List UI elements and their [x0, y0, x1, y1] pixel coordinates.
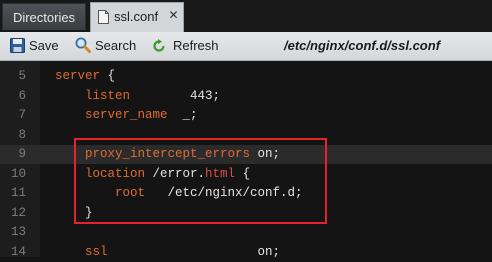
tab-directories[interactable]: Directories: [2, 3, 86, 30]
line-number: 10: [10, 166, 26, 181]
refresh-icon: [153, 39, 165, 52]
code-keyword: server: [55, 69, 101, 83]
line-number: 14: [10, 244, 26, 259]
code-line[interactable]: 7 server_name _;: [0, 106, 492, 125]
refresh-button[interactable]: Refresh: [152, 32, 222, 60]
highlight-box: [74, 138, 327, 224]
code-editor[interactable]: 5 server {6 listen 443; 7 server_name _; 8 9…: [0, 61, 492, 259]
code-text: 443;: [130, 88, 221, 103]
line-code: ssl on;: [55, 243, 280, 262]
floppy-disk-icon: [10, 38, 25, 53]
code-text: on;: [107, 244, 281, 259]
code-text: {: [100, 69, 116, 83]
line-number: 12: [10, 205, 26, 220]
line-number: 5: [18, 69, 26, 83]
code-line[interactable]: 14 ssl on;: [0, 243, 492, 262]
line-number: 7: [18, 108, 26, 122]
line-number: 13: [10, 225, 26, 239]
line-code: listen 443;: [55, 87, 220, 106]
code-line[interactable]: 5 server {: [0, 67, 492, 86]
code-line[interactable]: 6 listen 443;: [0, 87, 492, 106]
search-button[interactable]: Search: [75, 32, 141, 60]
refresh-label: Refresh: [173, 38, 219, 53]
line-number: 6: [18, 88, 26, 103]
doc-icon: [98, 10, 109, 24]
file-path: /etc/nginx/conf.d/ssl.conf: [284, 38, 441, 53]
toolbar: Save Search Refresh /etc/nginx/conf.d/ss…: [0, 32, 492, 61]
code-text: _;: [167, 108, 198, 122]
code-keyword: server_name: [85, 108, 168, 122]
code-line[interactable]: 13: [0, 223, 492, 242]
line-number: 11: [10, 186, 26, 200]
tab-bar: Directories ssl.conf ✕: [0, 0, 492, 32]
code-keyword: ssl: [85, 244, 108, 259]
tab-ssl-conf-label: ssl.conf: [114, 9, 159, 24]
magnifier-icon: [75, 37, 91, 53]
line-code: server {: [55, 67, 115, 86]
tab-ssl-conf[interactable]: ssl.conf ✕: [90, 2, 184, 32]
close-icon[interactable]: ✕: [167, 9, 180, 22]
code-keyword: listen: [85, 88, 131, 103]
save-label: Save: [29, 38, 59, 53]
line-number: 9: [18, 147, 26, 161]
search-label: Search: [95, 38, 137, 53]
line-number: 8: [18, 127, 26, 142]
save-button[interactable]: Save: [10, 32, 62, 60]
line-code: server_name _;: [55, 106, 198, 125]
